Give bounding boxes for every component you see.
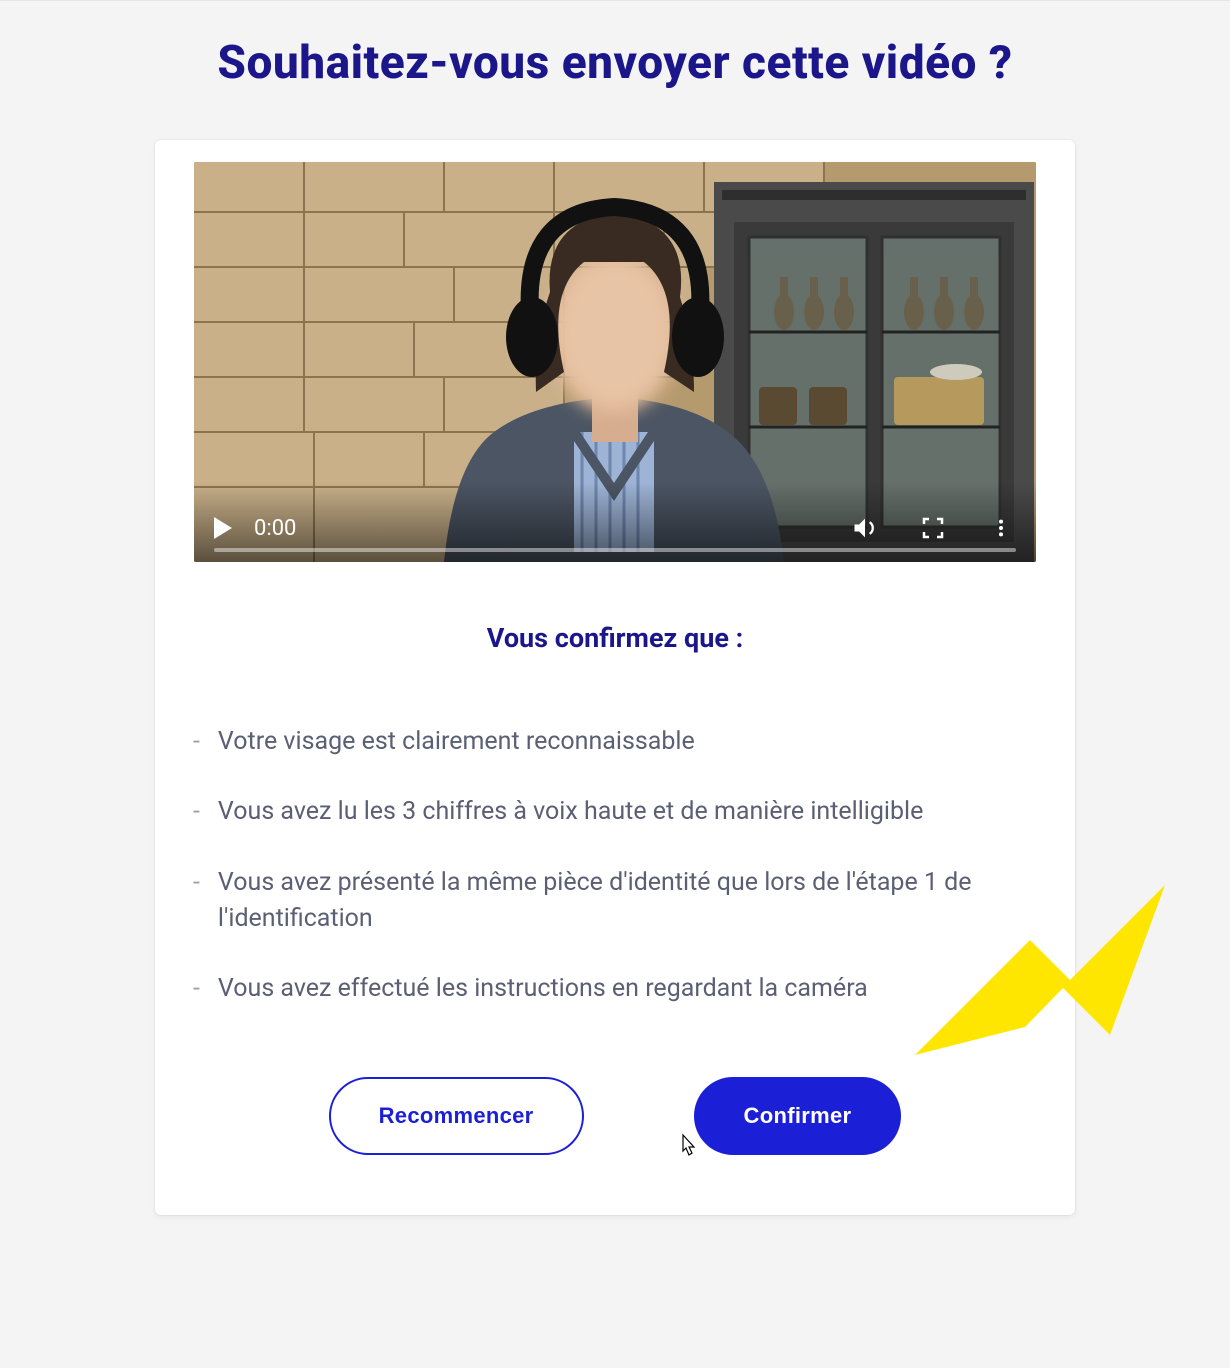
video-time: 0:00 xyxy=(254,516,296,541)
list-item-text: Vous avez présenté la même pièce d'ident… xyxy=(218,865,1037,938)
video-thumbnail xyxy=(194,162,1036,562)
confirmation-subheading: Vous confirmez que : xyxy=(193,622,1037,654)
play-icon xyxy=(214,517,232,539)
action-row: Recommencer Confirmer xyxy=(193,1077,1037,1155)
seek-bar[interactable] xyxy=(214,548,1016,552)
volume-button[interactable] xyxy=(850,513,880,543)
list-item: -Votre visage est clairement reconnaissa… xyxy=(193,724,1037,760)
confirmation-card: 0:00 Vous confirmez que : -Votre visage … xyxy=(155,140,1075,1215)
fullscreen-icon xyxy=(921,516,945,540)
list-item: -Vous avez lu les 3 chiffres à voix haut… xyxy=(193,794,1037,830)
kebab-icon xyxy=(990,517,1012,539)
confirm-button[interactable]: Confirmer xyxy=(694,1077,902,1155)
list-item-text: Votre visage est clairement reconnaissab… xyxy=(218,724,695,760)
list-item-text: Vous avez effectué les instructions en r… xyxy=(218,971,868,1007)
list-item: -Vous avez effectué les instructions en … xyxy=(193,971,1037,1007)
fullscreen-button[interactable] xyxy=(918,513,948,543)
volume-icon xyxy=(851,514,879,542)
video-controls: 0:00 xyxy=(194,504,1036,562)
bullet-dash: - xyxy=(193,724,200,760)
bullet-dash: - xyxy=(193,865,200,901)
list-item-text: Vous avez lu les 3 chiffres à voix haute… xyxy=(218,794,923,830)
play-button[interactable]: 0:00 xyxy=(214,516,296,541)
cursor-icon xyxy=(675,1133,699,1161)
page-title: Souhaitez-vous envoyer cette vidéo ? xyxy=(0,1,1230,140)
bullet-dash: - xyxy=(193,971,200,1007)
confirmation-checklist: -Votre visage est clairement reconnaissa… xyxy=(193,724,1037,1007)
list-item: -Vous avez présenté la même pièce d'iden… xyxy=(193,865,1037,938)
video-menu-button[interactable] xyxy=(986,513,1016,543)
restart-button[interactable]: Recommencer xyxy=(329,1077,584,1155)
video-preview[interactable]: 0:00 xyxy=(194,162,1036,562)
bullet-dash: - xyxy=(193,794,200,830)
